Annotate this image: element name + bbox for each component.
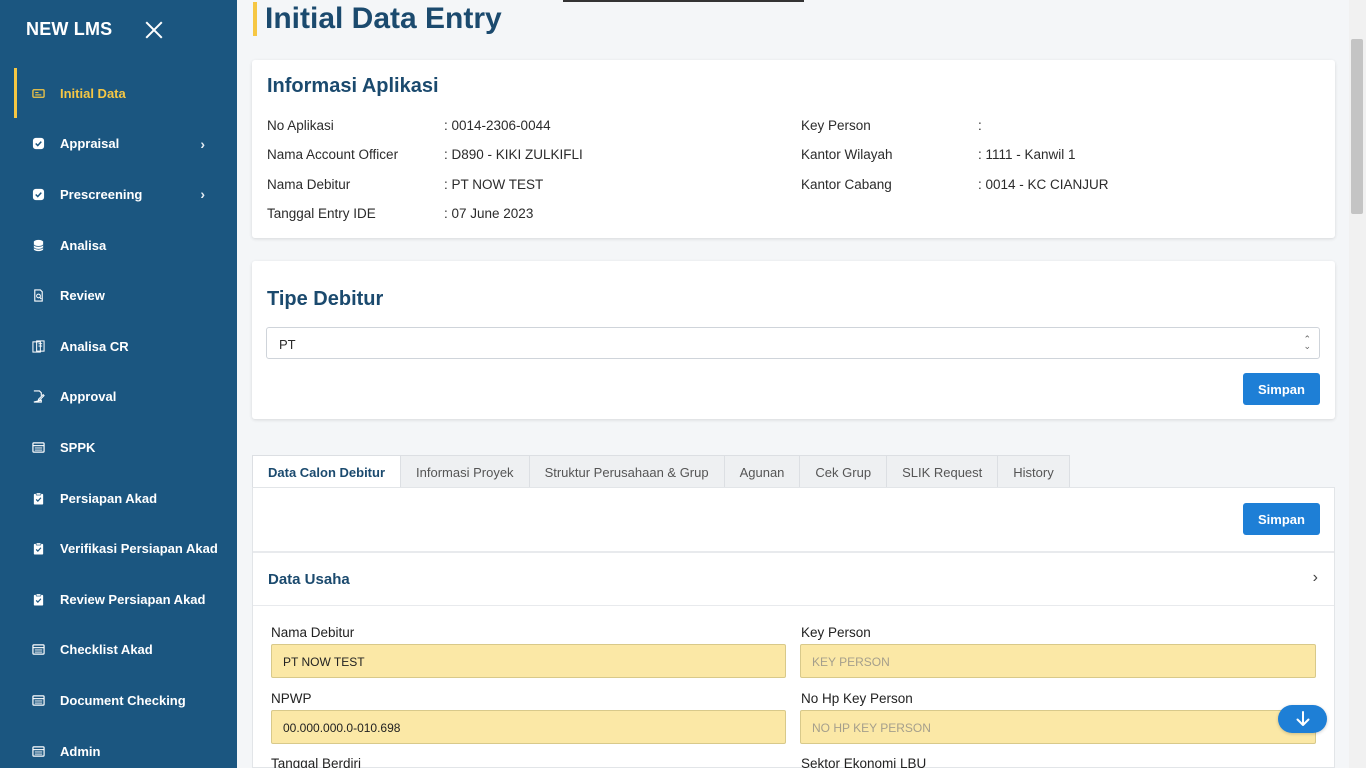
info-value: : 0014-2306-0044	[444, 118, 551, 133]
page-scrollbar[interactable]	[1349, 0, 1366, 768]
info-value: : 1111 - Kanwil 1	[978, 147, 1076, 162]
chevron-right-icon: ›	[200, 186, 205, 203]
scroll-down-button[interactable]	[1278, 705, 1327, 733]
info-value: : 07 June 2023	[444, 206, 534, 221]
tab-struktur-perusahaan-grup[interactable]: Struktur Perusahaan & Grup	[528, 455, 725, 488]
sidebar-item-label: Approval	[60, 389, 117, 405]
sidebar-item-label: Prescreening	[60, 186, 143, 202]
sidebar-item-document-checking[interactable]: Document Checking	[0, 675, 237, 726]
chevron-right-icon: ›	[200, 135, 205, 152]
field-label: NPWP	[271, 691, 312, 706]
sidebar-item-label: Verifikasi Persiapan Akad	[60, 541, 218, 557]
key-person-input[interactable]: KEY PERSON	[800, 644, 1316, 678]
section-title: Data Usaha	[268, 571, 350, 588]
check-badge-icon	[32, 137, 45, 150]
documents-icon	[32, 340, 45, 353]
no-hp-key-person-input[interactable]: NO HP KEY PERSON	[800, 710, 1316, 744]
info-value: :	[978, 118, 982, 133]
sidebar-item-label: SPPK	[60, 439, 96, 455]
sidebar-item-prescreening[interactable]: Prescreening ›	[0, 169, 237, 220]
tab-data-calon-debitur[interactable]: Data Calon Debitur	[252, 455, 402, 488]
tipe-debitur-card: Tipe Debitur PT ⌃ ⌄ Simpan	[252, 261, 1335, 419]
field-label: Sektor Ekonomi LBU	[801, 756, 927, 768]
select-value: PT	[279, 337, 296, 352]
tab-informasi-proyek[interactable]: Informasi Proyek	[400, 455, 530, 488]
tab-agunan[interactable]: Agunan	[723, 455, 801, 488]
field-label: Tanggal Berdiri	[271, 756, 362, 768]
list-icon	[32, 694, 45, 707]
sidebar-item-analisa-cr[interactable]: Analisa CR	[0, 321, 237, 372]
info-value: : 0014 - KC CIANJUR	[978, 177, 1109, 192]
scrollbar-thumb[interactable]	[1351, 39, 1363, 214]
list-icon	[32, 441, 45, 454]
tab-cek-grup[interactable]: Cek Grup	[799, 455, 888, 488]
file-search-icon	[32, 289, 45, 302]
field-label: No Hp Key Person	[801, 691, 913, 706]
npwp-input[interactable]: 00.000.000.0-010.698	[271, 710, 786, 744]
sidebar: NEW LMS Initial Data Appraisal › Prescreeni…	[0, 0, 237, 768]
sidebar-item-admin[interactable]: Admin	[0, 726, 237, 768]
info-card-title: Informasi Aplikasi	[267, 75, 439, 97]
clipboard-icon	[32, 491, 45, 505]
sidebar-item-label: Document Checking	[60, 692, 186, 708]
sidebar-item-review[interactable]: Review	[0, 270, 237, 321]
sidebar-item-initial-data[interactable]: Initial Data	[0, 68, 237, 119]
sidebar-item-checklist-akad[interactable]: Checklist Akad	[0, 625, 237, 676]
select-arrows-icon: ⌃ ⌄	[1303, 334, 1311, 351]
sidebar-item-appraisal[interactable]: Appraisal ›	[0, 119, 237, 170]
save-button[interactable]: Simpan	[1243, 503, 1320, 535]
info-card: Informasi Aplikasi No Aplikasi : 0014-23…	[252, 60, 1335, 238]
sidebar-item-label: Review	[60, 288, 105, 304]
clipboard-icon	[32, 542, 45, 555]
sidebar-item-label: Initial Data	[60, 85, 126, 101]
sidebar-item-persiapan-akad[interactable]: Persiapan Akad	[0, 473, 237, 524]
chevron-right-icon: ›	[1312, 569, 1318, 586]
info-label: Nama Account Officer	[267, 147, 399, 162]
close-icon[interactable]	[143, 19, 165, 41]
tab-panel: Simpan Data Usaha › Nama Debitur PT NOW …	[252, 487, 1335, 768]
nama-debitur-input[interactable]: PT NOW TEST	[271, 644, 786, 678]
info-label: Kantor Wilayah	[801, 147, 893, 162]
sidebar-item-analisa[interactable]: Analisa	[0, 220, 237, 271]
sidebar-item-review-persiapan-akad[interactable]: Review Persiapan Akad	[0, 574, 237, 625]
id-card-icon	[32, 87, 45, 100]
info-label: No Aplikasi	[267, 118, 334, 133]
sidebar-item-label: Checklist Akad	[60, 642, 153, 658]
sidebar-item-verifikasi-persiapan-akad[interactable]: Verifikasi Persiapan Akad	[0, 523, 237, 574]
save-button[interactable]: Simpan	[1243, 373, 1320, 405]
tipe-debitur-select[interactable]: PT ⌃ ⌄	[266, 327, 1320, 359]
brand-logo: NEW LMS	[26, 19, 113, 39]
sidebar-item-label: Review Persiapan Akad	[60, 591, 206, 607]
sidebar-item-label: Analisa CR	[60, 338, 129, 354]
list-icon	[32, 745, 45, 758]
sidebar-item-sppk[interactable]: SPPK	[0, 422, 237, 473]
tab-bar: Data Calon Debitur Informasi Proyek Strukt…	[252, 455, 1070, 488]
tab-slik-request[interactable]: SLIK Request	[886, 455, 999, 488]
info-label: Kantor Cabang	[801, 177, 892, 192]
clipboard-icon	[32, 593, 45, 606]
database-icon	[32, 239, 45, 252]
info-label: Tanggal Entry IDE	[267, 206, 376, 221]
list-icon	[32, 643, 45, 656]
page-title: Initial Data Entry	[253, 2, 502, 36]
field-label: Key Person	[801, 625, 871, 640]
sidebar-item-label: Persiapan Akad	[60, 490, 158, 506]
sidebar-item-label: Appraisal	[60, 136, 120, 152]
info-label: Key Person	[801, 118, 871, 133]
section-header-data-usaha[interactable]: Data Usaha ›	[253, 551, 1334, 606]
sidebar-item-label: Admin	[60, 743, 101, 759]
info-value: : D890 - KIKI ZULKIFLI	[444, 147, 583, 162]
tipe-debitur-title: Tipe Debitur	[267, 288, 384, 310]
top-progress-bar	[563, 0, 804, 2]
info-label: Nama Debitur	[267, 177, 351, 192]
check-badge-icon	[32, 188, 45, 201]
info-value: : PT NOW TEST	[444, 177, 544, 192]
sidebar-item-label: Analisa	[60, 237, 107, 253]
tab-history[interactable]: History	[997, 455, 1070, 488]
sidebar-nav: Initial Data Appraisal › Prescreening › Anali…	[0, 68, 237, 768]
field-label: Nama Debitur	[271, 625, 355, 640]
sidebar-item-approval[interactable]: Approval	[0, 372, 237, 423]
file-sign-icon	[32, 390, 45, 403]
arrow-down-icon	[1296, 711, 1309, 726]
